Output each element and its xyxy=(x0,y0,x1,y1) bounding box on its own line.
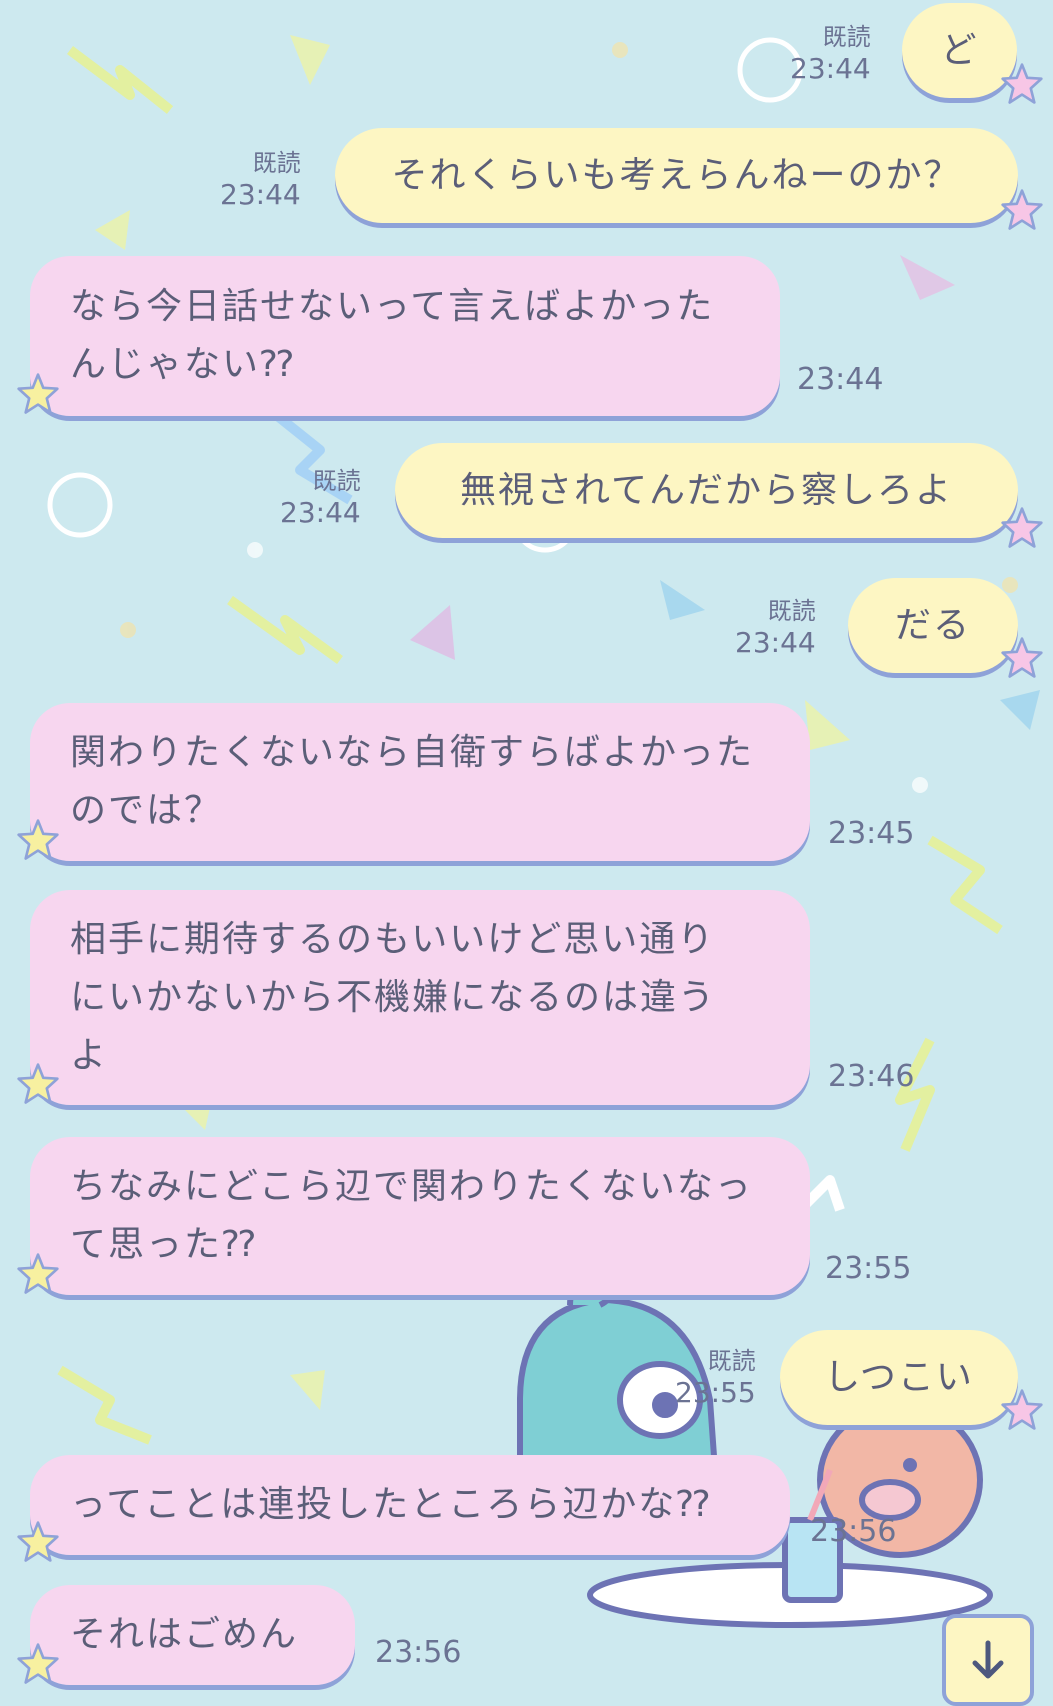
message-text-line: ちなみにどこら辺で関わりたくないなっ xyxy=(70,1166,753,1207)
sent-message-bubble[interactable]: だる xyxy=(848,578,1018,673)
message-text-line: それはごめん xyxy=(70,1614,299,1655)
message-meta: 既読 23:44 xyxy=(220,148,301,212)
star-icon xyxy=(16,1252,60,1296)
message-meta: 既読 23:55 xyxy=(675,1346,756,1410)
message-text-line: にいかないから不機嫌になるのは違う xyxy=(70,976,717,1018)
triangle-decoration xyxy=(660,580,705,620)
message-meta: 23:45 xyxy=(828,817,914,851)
timestamp: 23:44 xyxy=(790,52,871,85)
lightning-decoration xyxy=(227,595,343,665)
sent-message-bubble[interactable]: それくらいも考えらんねーのか？ xyxy=(335,128,1018,223)
received-message-bubble[interactable]: ちなみにどこら辺で関わりたくないなっ て思った⁇ xyxy=(30,1137,810,1295)
star-icon xyxy=(16,372,60,416)
timestamp: 23:44 xyxy=(220,178,301,211)
dot-decoration xyxy=(912,777,928,793)
read-receipt: 既読 xyxy=(767,597,816,625)
star-icon xyxy=(1000,506,1044,550)
dot-decoration xyxy=(247,542,263,558)
message-meta: 既読 23:44 xyxy=(790,22,871,86)
star-icon xyxy=(1000,636,1044,680)
dot-decoration xyxy=(120,622,136,638)
message-meta: 既読 23:44 xyxy=(735,596,816,660)
dot-decoration xyxy=(1002,577,1018,593)
timestamp: 23:44 xyxy=(280,496,361,529)
lightning-decoration xyxy=(57,1365,152,1445)
triangle-decoration xyxy=(805,700,850,750)
circle-decoration xyxy=(47,472,113,538)
message-text-line: ど xyxy=(940,29,979,71)
triangle-decoration xyxy=(290,35,330,85)
mascot-illustration xyxy=(517,1271,993,1628)
message-meta: 23:55 xyxy=(825,1252,911,1286)
read-receipt: 既読 xyxy=(707,1347,756,1375)
message-text-line: だる xyxy=(894,604,971,646)
timestamp: 23:56 xyxy=(375,1635,462,1670)
timestamp: 23:55 xyxy=(825,1251,912,1286)
timestamp: 23:44 xyxy=(797,362,884,397)
sent-message-bubble[interactable]: 無視されてんだから察しろよ xyxy=(395,443,1018,538)
received-message-bubble[interactable]: 関わりたくないなら自衛すらばよかった のでは？ xyxy=(30,703,810,861)
received-message-bubble[interactable]: なら今日話せないって言えばよかった んじゃない⁇ xyxy=(30,256,780,416)
triangle-decoration xyxy=(900,255,955,300)
timestamp: 23:56 xyxy=(810,1514,897,1549)
message-meta: 23:56 xyxy=(810,1515,896,1549)
message-text-line: しつこい xyxy=(824,1356,974,1398)
received-message-bubble[interactable]: それはごめん xyxy=(30,1585,355,1685)
read-receipt: 既読 xyxy=(822,23,871,51)
read-receipt: 既読 xyxy=(252,149,301,177)
message-meta: 既読 23:44 xyxy=(280,466,361,530)
message-text-line: んじゃない⁇ xyxy=(70,344,296,385)
timestamp: 23:45 xyxy=(828,816,915,851)
message-text-line: のでは？ xyxy=(70,790,223,831)
received-message-bubble[interactable]: 相手に期待するのもいいけど思い通り にいかないから不機嫌になるのは違うよ xyxy=(30,890,810,1105)
message-text-line: 関わりたくないなら自衛すらばよかった xyxy=(70,732,755,773)
message-text-line: よ xyxy=(70,1034,109,1076)
message-meta: 23:46 xyxy=(828,1060,914,1094)
star-icon xyxy=(1000,188,1044,232)
star-icon xyxy=(16,1062,60,1106)
message-text-line: て思った⁇ xyxy=(70,1224,258,1265)
message-meta: 23:56 xyxy=(375,1636,461,1670)
scroll-to-bottom-button[interactable] xyxy=(942,1614,1034,1706)
lightning-decoration xyxy=(895,1037,935,1152)
message-text-line: なら今日話せないって言えばよかった xyxy=(70,286,715,327)
star-icon xyxy=(1000,62,1044,106)
message-text-line: ってことは連投したところら辺かな⁇ xyxy=(70,1484,712,1525)
message-text-line: 無視されてんだから察しろよ xyxy=(460,469,953,511)
received-message-bubble[interactable]: ってことは連投したところら辺かな⁇ xyxy=(30,1455,790,1555)
message-text-line: それくらいも考えらんねーのか？ xyxy=(391,154,962,196)
triangle-decoration xyxy=(95,210,130,250)
message-meta: 23:44 xyxy=(797,363,883,397)
star-icon xyxy=(16,818,60,862)
timestamp: 23:55 xyxy=(675,1376,756,1409)
star-icon xyxy=(16,1520,60,1564)
triangle-decoration xyxy=(1000,690,1040,730)
read-receipt: 既読 xyxy=(312,467,361,495)
triangle-decoration xyxy=(410,605,455,660)
star-icon xyxy=(1000,1388,1044,1432)
message-text-line: 相手に期待するのもいいけど思い通り xyxy=(70,918,716,960)
dot-decoration xyxy=(612,42,628,58)
star-icon xyxy=(16,1642,60,1686)
arrow-down-icon xyxy=(972,1640,1004,1679)
lightning-decoration xyxy=(67,46,174,114)
triangle-decoration xyxy=(290,1370,325,1410)
timestamp: 23:46 xyxy=(828,1059,915,1094)
lightning-decoration xyxy=(927,835,1003,935)
timestamp: 23:44 xyxy=(735,626,816,659)
sent-message-bubble[interactable]: しつこい xyxy=(780,1330,1018,1425)
